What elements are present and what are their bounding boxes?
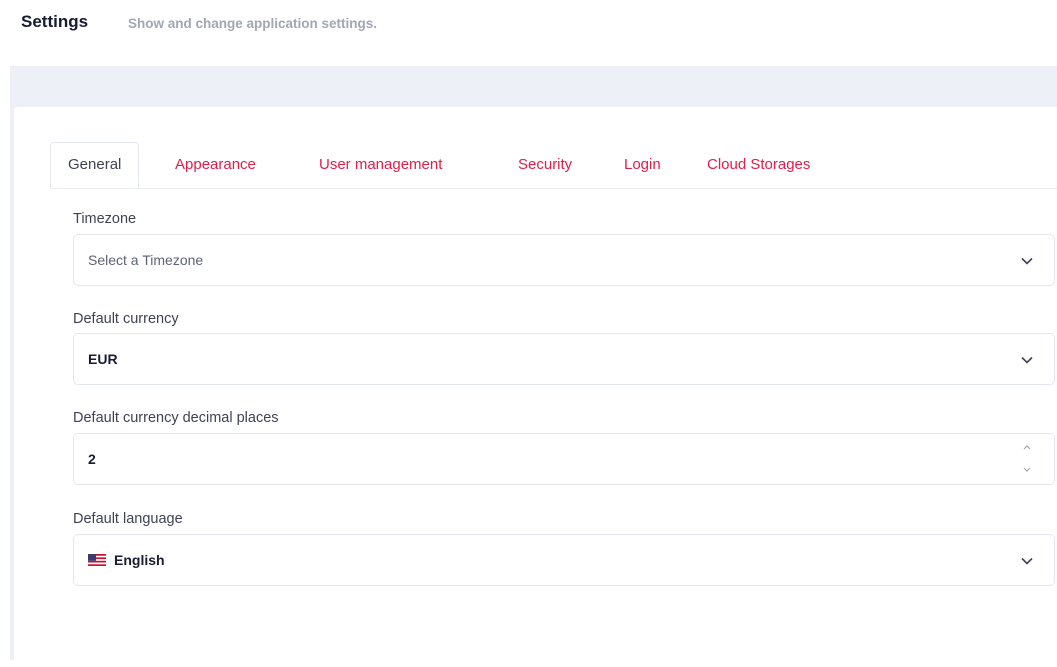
decimals-value: 2 [88,451,96,467]
timezone-placeholder: Select a Timezone [88,252,204,268]
tab-general[interactable]: General [50,142,140,188]
tab-cloud-storages[interactable]: Cloud Storages [707,142,810,188]
currency-label: Default currency [73,311,179,327]
language-select[interactable]: English [73,534,1055,586]
decimals-number-input[interactable]: 2 [73,433,1055,485]
chevron-down-icon [1021,257,1033,265]
decrement-icon[interactable] [1022,466,1032,474]
subheader: Settings Show and change application set… [0,0,1057,66]
currency-value: EUR [88,351,118,367]
increment-icon[interactable] [1022,443,1032,451]
tab-security[interactable]: Security [518,142,572,188]
currency-select[interactable]: EUR [73,333,1055,385]
page-title: Settings [21,12,89,31]
page-description: Show and change application settings. [128,16,378,31]
chevron-down-icon [1021,356,1033,364]
language-option: English [88,535,165,586]
us-flag-icon [88,554,106,566]
tab-login[interactable]: Login [624,142,661,188]
language-label: Default language [73,511,183,527]
chevron-down-icon [1021,557,1033,565]
timezone-select[interactable]: Select a Timezone [73,234,1055,286]
settings-tabs: General Appearance User management Secur… [50,142,1057,189]
language-value: English [114,552,165,568]
timezone-label: Timezone [73,211,137,227]
tab-user-management[interactable]: User management [319,142,442,188]
tab-appearance[interactable]: Appearance [175,142,256,188]
decimals-label: Default currency decimal places [73,410,279,426]
